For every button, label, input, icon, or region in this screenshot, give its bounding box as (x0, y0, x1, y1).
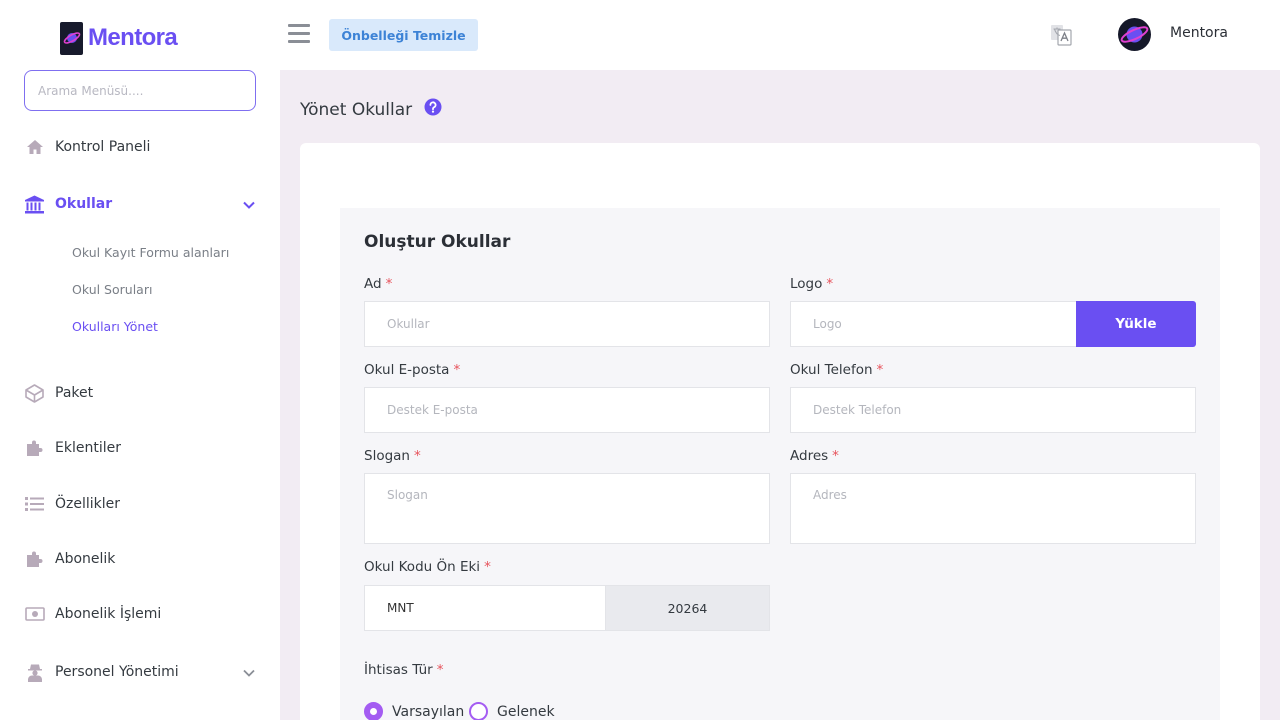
brand-logo[interactable]: Mentora (60, 21, 178, 55)
slogan-label: Slogan * (364, 448, 421, 464)
radio-label: Gelenek (497, 703, 555, 720)
logo-label-text: Logo (790, 276, 823, 292)
clear-cache-button[interactable]: Önbelleği Temizle (329, 19, 478, 51)
phone-label-text: Okul Telefon (790, 362, 873, 378)
slogan-textarea[interactable] (364, 473, 770, 544)
required-marker: * (876, 362, 884, 378)
radio-option-tradition[interactable]: Gelenek (469, 702, 555, 720)
name-label: Ad * (364, 276, 392, 292)
create-school-form (340, 208, 1220, 720)
puzzle-icon (24, 549, 45, 569)
sidebar-item-dashboard[interactable]: Kontrol Paneli (24, 132, 260, 162)
sidebar-item-features[interactable]: Özellikler (24, 489, 260, 519)
code-prefix-label: Okul Kodu Ön Eki * (364, 559, 491, 575)
sidebar-item-staff-management[interactable]: Personel Yönetimi (24, 657, 260, 687)
radio-button-checked[interactable] (364, 702, 383, 720)
required-marker: * (413, 448, 421, 464)
sidebar-item-package[interactable]: Paket (24, 378, 260, 408)
puzzle-icon (24, 438, 45, 458)
slogan-label-text: Slogan (364, 448, 410, 464)
address-label: Adres * (790, 448, 839, 464)
sidebar-item-plugins[interactable]: Eklentiler (24, 433, 260, 463)
radio-button[interactable] (469, 702, 488, 720)
name-label-text: Ad (364, 276, 382, 292)
translate-icon[interactable] (1050, 24, 1074, 46)
email-label: Okul E-posta * (364, 362, 460, 378)
sidebar-item-label: Personel Yönetimi (55, 664, 179, 680)
chevron-down-icon (242, 665, 256, 684)
help-icon[interactable] (424, 98, 442, 121)
code-number-addon: 20264 (605, 585, 770, 631)
sidebar-item-label: Abonelik İşlemi (55, 606, 162, 622)
sidebar-item-label: Paket (55, 385, 94, 401)
sidebar-item-schools[interactable]: Okullar (24, 189, 260, 219)
code-prefix-label-text: Okul Kodu Ön Eki (364, 559, 481, 575)
sidebar-item-label: Eklentiler (55, 440, 121, 456)
required-marker: * (484, 559, 491, 575)
planet-logo-icon (60, 21, 83, 55)
sidebar-subitem-manage-schools[interactable]: Okulları Yönet (72, 319, 158, 334)
brand-name: Mentora (88, 24, 178, 51)
sidebar-item-label: Okullar (55, 196, 113, 212)
page-title: Yönet Okullar (300, 98, 442, 121)
school-building-icon (24, 194, 45, 214)
required-marker: * (453, 362, 461, 378)
user-avatar[interactable] (1118, 18, 1151, 51)
radio-option-default[interactable]: Varsayılan (364, 702, 464, 720)
address-label-text: Adres (790, 448, 829, 464)
address-textarea[interactable] (790, 473, 1196, 544)
user-secret-icon (24, 662, 45, 682)
phone-field[interactable] (790, 387, 1196, 433)
chevron-down-icon (242, 197, 256, 216)
upload-button[interactable]: Yükle (1076, 301, 1196, 347)
name-input[interactable] (364, 301, 770, 347)
menu-search-input[interactable] (24, 70, 256, 111)
menu-toggle-icon[interactable] (288, 24, 310, 46)
sidebar-item-label: Abonelik (55, 551, 116, 567)
phone-label: Okul Telefon * (790, 362, 883, 378)
sidebar-item-subscription[interactable]: Abonelik (24, 544, 260, 574)
sidebar-item-label: Kontrol Paneli (55, 139, 151, 155)
required-marker: * (832, 448, 839, 464)
logo-label: Logo * (790, 276, 833, 292)
home-icon (24, 137, 45, 157)
radio-label: Varsayılan (392, 703, 465, 720)
email-field[interactable] (364, 387, 770, 433)
form-title: Oluştur Okullar (364, 232, 511, 252)
logo-input[interactable] (790, 301, 1077, 347)
sidebar-subitem-registration-fields[interactable]: Okul Kayıt Formu alanları (72, 245, 229, 260)
code-prefix-input[interactable] (364, 585, 606, 631)
sidebar: Mentora Kontrol Paneli Okullar Okul Kayı… (0, 0, 280, 720)
package-icon (24, 383, 45, 403)
required-marker: * (826, 276, 834, 292)
page-title-text: Yönet Okullar (300, 99, 413, 120)
required-marker: * (385, 276, 393, 292)
email-label-text: Okul E-posta (364, 362, 450, 378)
money-icon (24, 604, 45, 624)
required-marker: * (436, 662, 444, 678)
sidebar-subitem-school-questions[interactable]: Okul Soruları (72, 282, 152, 297)
top-header: Önbelleği Temizle Mentora (280, 0, 1280, 70)
specialty-type-label: İhtisas Tür * (364, 662, 443, 678)
sidebar-item-subscription-transaction[interactable]: Abonelik İşlemi (24, 599, 260, 629)
specialty-type-label-text: İhtisas Tür (364, 662, 433, 678)
user-name[interactable]: Mentora (1170, 25, 1228, 41)
list-icon (24, 494, 45, 514)
sidebar-item-label: Özellikler (55, 496, 121, 512)
